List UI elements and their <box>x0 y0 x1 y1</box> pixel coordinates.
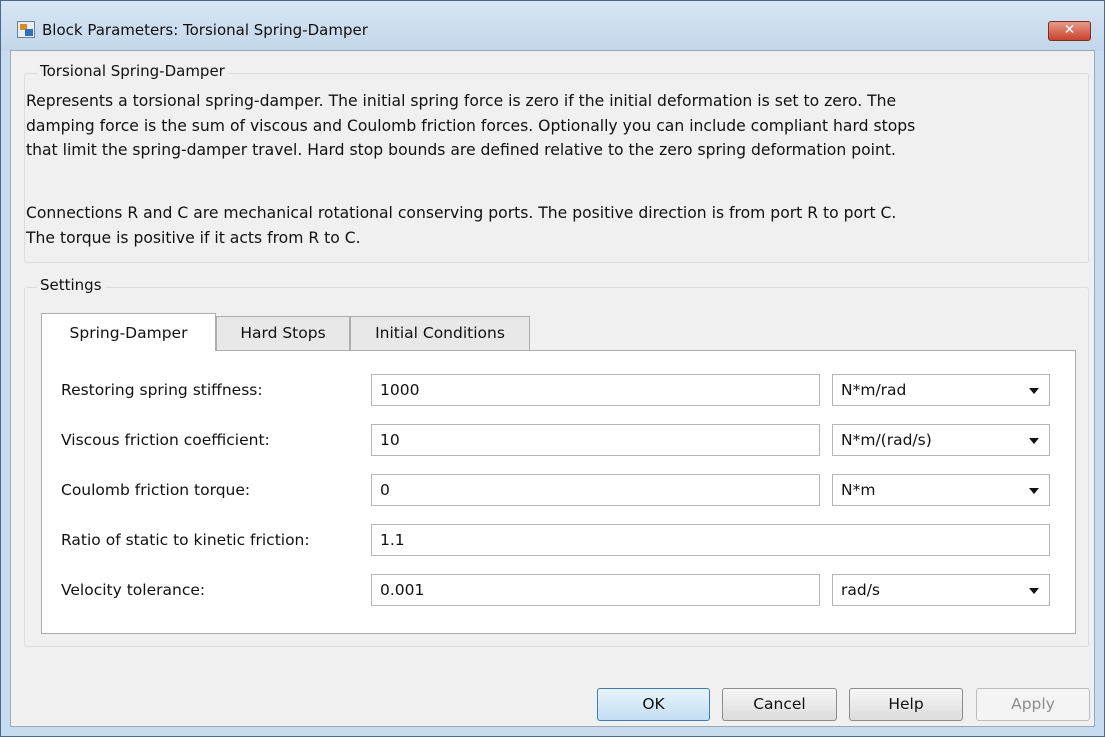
ok-button[interactable]: OK <box>597 688 710 721</box>
block-parameters-icon <box>17 21 35 38</box>
coulomb-friction-torque-unit-select[interactable]: N*m <box>832 474 1050 506</box>
restoring-spring-stiffness-label: Restoring spring stiffness: <box>61 381 263 399</box>
viscous-friction-coefficient-input[interactable]: 10 <box>371 424 820 456</box>
coulomb-friction-torque-input[interactable]: 0 <box>371 474 820 506</box>
help-button[interactable]: Help <box>849 688 963 721</box>
restoring-spring-stiffness-input[interactable]: 1000 <box>371 374 820 406</box>
restoring-spring-stiffness-unit-select[interactable]: N*m/rad <box>832 374 1050 406</box>
window-title: Block Parameters: Torsional Spring-Dampe… <box>42 21 368 39</box>
description-paragraph-1: Represents a torsional spring-damper. Th… <box>26 89 1076 163</box>
description-line: that limit the spring-damper travel. Har… <box>26 141 896 159</box>
chevron-down-icon <box>1029 488 1039 494</box>
static-kinetic-friction-ratio-input[interactable]: 1.1 <box>371 524 1050 556</box>
apply-button[interactable]: Apply <box>976 688 1090 721</box>
description-line: The torque is positive if it acts from R… <box>26 228 361 247</box>
coulomb-friction-torque-label: Coulomb friction torque: <box>61 481 251 499</box>
unit-value: N*m/(rad/s) <box>841 431 932 449</box>
unit-value: rad/s <box>841 581 881 599</box>
tab-hard-stops[interactable]: Hard Stops <box>216 316 350 350</box>
viscous-friction-coefficient-label: Viscous friction coefficient: <box>61 431 270 449</box>
velocity-tolerance-unit-select[interactable]: rad/s <box>832 574 1050 606</box>
velocity-tolerance-label: Velocity tolerance: <box>61 581 206 599</box>
unit-value: N*m/rad <box>841 381 907 399</box>
chevron-down-icon <box>1029 588 1039 594</box>
tab-initial-conditions[interactable]: Initial Conditions <box>350 316 530 350</box>
tab-spring-damper[interactable]: Spring-Damper <box>41 313 216 351</box>
description-paragraph-2: Connections R and C are mechanical rotat… <box>26 201 1076 250</box>
velocity-tolerance-input[interactable]: 0.001 <box>371 574 820 606</box>
close-icon: ✕ <box>1063 22 1076 38</box>
description-line: Connections R and C are mechanical rotat… <box>26 204 897 222</box>
chevron-down-icon <box>1029 388 1039 394</box>
viscous-friction-coefficient-unit-select[interactable]: N*m/(rad/s) <box>832 424 1050 456</box>
chevron-down-icon <box>1029 438 1039 444</box>
description-line: damping force is the sum of viscous and … <box>26 116 916 135</box>
unit-value: N*m <box>841 481 876 499</box>
cancel-button[interactable]: Cancel <box>722 688 837 721</box>
settings-group-title: Settings <box>37 276 105 294</box>
description-line: Represents a torsional spring-damper. Th… <box>26 92 897 110</box>
description-group-title: Torsional Spring-Damper <box>37 62 228 80</box>
title-bar[interactable]: Block Parameters: Torsional Spring-Dampe… <box>1 1 1104 51</box>
static-kinetic-friction-ratio-label: Ratio of static to kinetic friction: <box>61 531 310 549</box>
close-button[interactable]: ✕ <box>1048 21 1091 41</box>
